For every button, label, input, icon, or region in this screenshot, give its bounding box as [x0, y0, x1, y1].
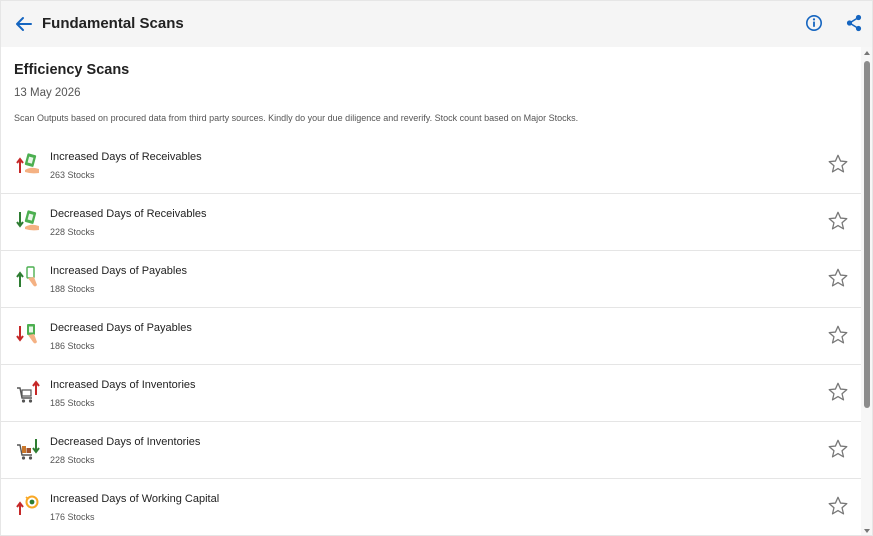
payables-up-icon: [15, 265, 41, 291]
section-title: Efficiency Scans: [14, 62, 130, 78]
stock-count: 188 Stocks: [50, 284, 95, 294]
back-arrow-icon[interactable]: [13, 13, 35, 35]
scan-content: Efficiency Scans 13 May 2026 Scan Output…: [1, 47, 861, 535]
scan-row-decreased-receivables[interactable]: Decreased Days of Receivables 228 Stocks: [1, 194, 861, 251]
scrollbar-thumb[interactable]: [864, 61, 870, 408]
star-icon[interactable]: [827, 267, 849, 289]
scan-list: Increased Days of Receivables 263 Stocks…: [1, 137, 861, 535]
stock-count: 228 Stocks: [50, 227, 95, 237]
scan-date: 13 May 2026: [14, 87, 81, 99]
scan-row-increased-working-capital[interactable]: Increased Days of Working Capital 176 St…: [1, 479, 861, 535]
star-icon[interactable]: [827, 438, 849, 460]
app-window: Fundamental Scans Efficiency Scans 13 Ma…: [0, 0, 873, 536]
page-title: Fundamental Scans: [42, 15, 184, 32]
scan-title: Decreased Days of Payables: [50, 322, 192, 334]
scan-title: Increased Days of Working Capital: [50, 493, 220, 505]
stock-count: 185 Stocks: [50, 398, 95, 408]
scan-row-decreased-payables[interactable]: Decreased Days of Payables 186 Stocks: [1, 308, 861, 365]
scan-row-decreased-inventories[interactable]: Decreased Days of Inventories 228 Stocks: [1, 422, 861, 479]
stock-count: 228 Stocks: [50, 455, 95, 465]
scroll-down-icon[interactable]: [864, 529, 870, 533]
star-icon[interactable]: [827, 495, 849, 517]
stock-count: 186 Stocks: [50, 341, 95, 351]
inventories-down-icon: [15, 436, 41, 462]
scan-title: Decreased Days of Receivables: [50, 208, 207, 220]
stock-count: 263 Stocks: [50, 170, 95, 180]
star-icon[interactable]: [827, 324, 849, 346]
share-icon[interactable]: [845, 14, 863, 32]
inventories-up-icon: [15, 379, 41, 405]
stock-count: 176 Stocks: [50, 512, 95, 522]
scan-row-increased-receivables[interactable]: Increased Days of Receivables 263 Stocks: [1, 137, 861, 194]
scan-row-increased-inventories[interactable]: Increased Days of Inventories 185 Stocks: [1, 365, 861, 422]
info-icon[interactable]: [805, 14, 823, 32]
vertical-scrollbar[interactable]: [861, 47, 872, 535]
star-icon[interactable]: [827, 153, 849, 175]
scroll-up-icon[interactable]: [864, 51, 870, 55]
star-icon[interactable]: [827, 210, 849, 232]
scan-title: Decreased Days of Inventories: [50, 436, 201, 448]
scan-title: Increased Days of Receivables: [50, 151, 202, 163]
scan-row-increased-payables[interactable]: Increased Days of Payables 188 Stocks: [1, 251, 861, 308]
scan-title: Increased Days of Inventories: [50, 379, 196, 391]
working-capital-up-icon: [15, 493, 41, 519]
receivables-down-icon: [15, 208, 41, 234]
star-icon[interactable]: [827, 381, 849, 403]
receivables-up-icon: [15, 151, 41, 177]
header-bar: Fundamental Scans: [1, 1, 872, 47]
payables-down-icon: [15, 322, 41, 348]
disclaimer-text: Scan Outputs based on procured data from…: [14, 113, 579, 123]
scan-title: Increased Days of Payables: [50, 265, 187, 277]
